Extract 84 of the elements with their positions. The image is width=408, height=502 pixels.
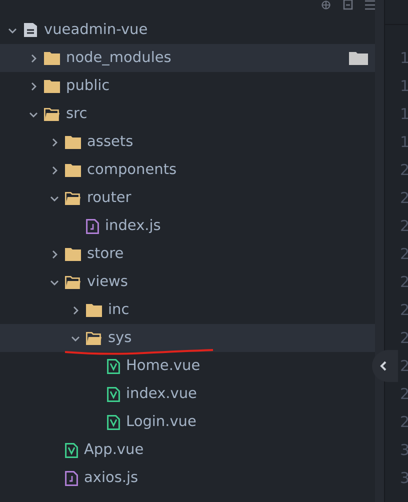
folder-name: store xyxy=(87,246,124,262)
tree-row[interactable]: axios.js xyxy=(0,464,375,492)
line-number: 2 xyxy=(399,244,408,265)
folder-icon xyxy=(65,136,81,148)
line-number: 2 xyxy=(399,328,408,349)
tree-row[interactable]: views xyxy=(0,268,375,296)
chevron-right-icon[interactable] xyxy=(29,82,38,90)
line-number: 2 xyxy=(399,160,408,181)
line-number: 1 xyxy=(399,132,408,153)
line-number: 2 xyxy=(399,216,408,237)
document-icon[interactable] xyxy=(343,0,353,10)
tree-row[interactable]: vueadmin-vue xyxy=(0,16,375,44)
tree-row[interactable]: sys xyxy=(0,324,375,352)
repository-icon xyxy=(23,23,38,37)
vue-file-icon xyxy=(107,414,120,430)
folder-name: assets xyxy=(87,134,134,150)
tree-row[interactable]: router xyxy=(0,184,375,212)
tree-row[interactable]: index.vue xyxy=(0,380,375,408)
file-name: index.js xyxy=(105,218,161,234)
line-number: 1 xyxy=(399,76,408,97)
chevron-down-icon[interactable] xyxy=(50,278,59,286)
file-name: Login.vue xyxy=(126,414,196,430)
line-number: 2 xyxy=(399,300,408,321)
vue-file-icon xyxy=(107,358,120,374)
open-folder-icon xyxy=(65,276,81,288)
tree-row[interactable]: src xyxy=(0,100,375,128)
folder-name: components xyxy=(87,162,177,178)
file-name: Home.vue xyxy=(126,358,200,374)
tree-row[interactable]: components xyxy=(0,156,375,184)
folder-name: src xyxy=(66,106,88,122)
open-folder-icon xyxy=(65,192,81,204)
target-icon[interactable] xyxy=(320,0,332,10)
js-file-icon xyxy=(65,470,78,486)
line-number: 2 xyxy=(399,412,408,433)
folder-name: inc xyxy=(108,302,130,318)
file-name: axios.js xyxy=(84,470,138,486)
tree-row[interactable]: index.js xyxy=(0,212,375,240)
tree-row[interactable]: public xyxy=(0,72,375,100)
folder-icon xyxy=(44,80,60,92)
folder-icon xyxy=(65,248,81,260)
chevron-right-icon[interactable] xyxy=(29,54,38,62)
tree-row[interactable]: App.vue xyxy=(0,436,375,464)
line-number: 2 xyxy=(399,356,408,377)
chevron-left-icon xyxy=(380,361,387,371)
folder-icon xyxy=(86,304,102,316)
line-number: 2 xyxy=(399,384,408,405)
file-name: index.vue xyxy=(126,386,197,402)
chevron-right-icon[interactable] xyxy=(71,306,80,314)
vue-file-icon xyxy=(107,386,120,402)
tree-row[interactable]: Login.vue xyxy=(0,408,375,436)
open-folder-icon xyxy=(44,108,60,120)
open-folder-icon xyxy=(86,332,102,344)
chevron-down-icon[interactable] xyxy=(50,194,59,202)
file-name: App.vue xyxy=(84,442,144,458)
folder-icon xyxy=(65,164,81,176)
folder-name: node_modules xyxy=(66,50,172,66)
folder-icon xyxy=(44,52,60,64)
folder-name: vueadmin-vue xyxy=(44,22,148,38)
folder-name: sys xyxy=(108,330,132,346)
js-file-icon xyxy=(86,218,99,234)
chevron-right-icon[interactable] xyxy=(50,138,59,146)
line-number: 3 xyxy=(399,440,408,461)
chevron-down-icon[interactable] xyxy=(8,26,17,34)
tree-row[interactable]: inc xyxy=(0,296,375,324)
line-number: 1 xyxy=(399,104,408,125)
chevron-right-icon[interactable] xyxy=(50,166,59,174)
line-number: 2 xyxy=(399,272,408,293)
folder-name: public xyxy=(66,78,110,94)
tree-row[interactable]: Home.vue xyxy=(0,352,375,380)
chevron-down-icon[interactable] xyxy=(29,110,38,118)
folder-name: views xyxy=(87,274,128,290)
tree-row[interactable]: store xyxy=(0,240,375,268)
chevron-down-icon[interactable] xyxy=(71,334,80,342)
tree-row[interactable]: node_modules xyxy=(0,44,375,72)
scrollbar-track[interactable] xyxy=(375,0,384,502)
tree-row[interactable]: assets xyxy=(0,128,375,156)
line-number: 1 xyxy=(399,48,408,69)
chevron-right-icon[interactable] xyxy=(50,250,59,258)
line-number: 3 xyxy=(399,468,408,489)
folder-name: router xyxy=(87,190,132,206)
collapse-button[interactable] xyxy=(372,350,398,382)
line-number: 2 xyxy=(399,188,408,209)
menu-icon[interactable] xyxy=(365,0,375,10)
vue-file-icon xyxy=(65,442,78,458)
